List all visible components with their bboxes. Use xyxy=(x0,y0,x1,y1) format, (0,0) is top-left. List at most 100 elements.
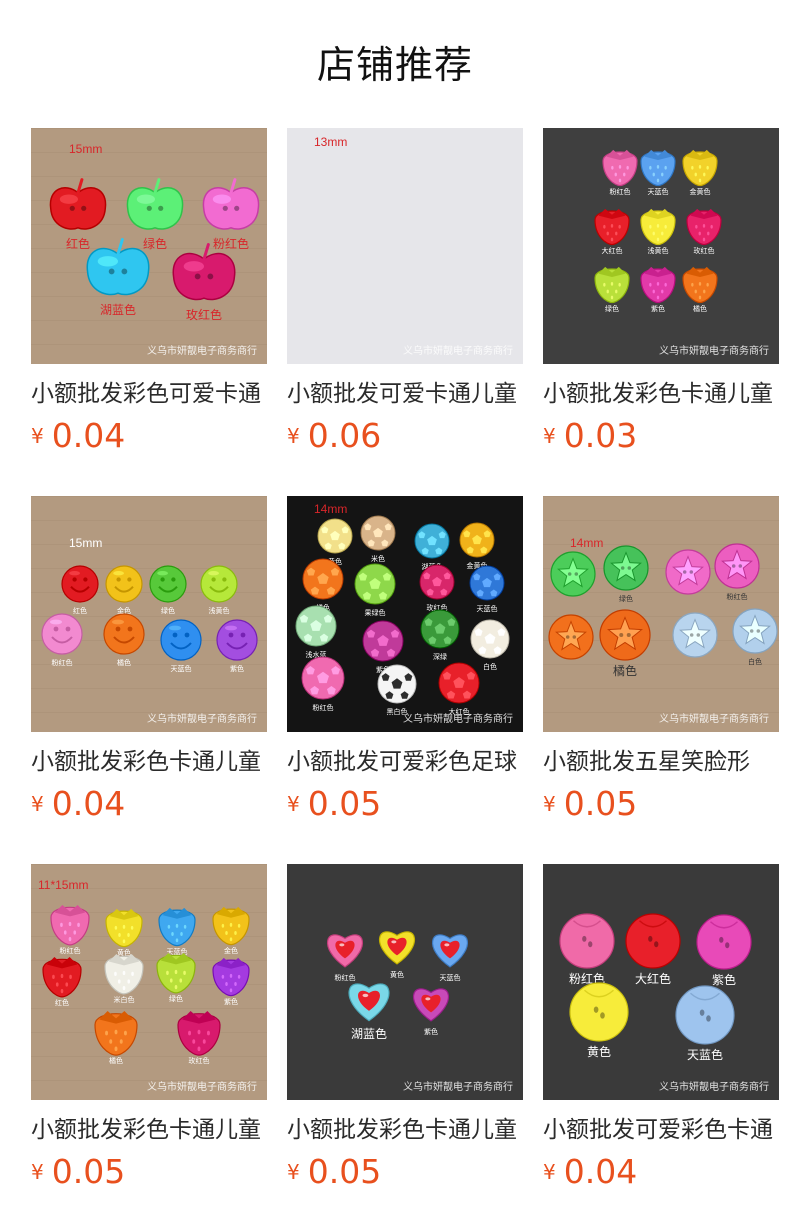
button-swatch xyxy=(625,913,681,969)
button-swatch xyxy=(419,564,455,600)
color-label: 浅黄色 xyxy=(209,606,230,615)
color-label: 天蓝色 xyxy=(687,1048,723,1062)
button-swatch xyxy=(438,662,480,704)
product-image[interactable]: 15mm 红色 金色 绿色 浅黄色 粉红色 橘色 天蓝色 紫色 义乌市妍靓电子商务商行 xyxy=(31,496,267,732)
size-label: 13mm xyxy=(314,135,347,149)
button-swatch xyxy=(420,609,460,649)
currency-symbol: ¥ xyxy=(543,792,556,816)
button-swatch xyxy=(149,565,187,603)
product-card[interactable]: 14mm黄色米色湖蓝色金黄色橘色果绿色玫红色天蓝色浅水蓝紫色深绿白色粉红色黑白色… xyxy=(287,496,523,826)
button-swatch xyxy=(216,619,258,661)
color-label: 绿色 xyxy=(619,594,633,603)
product-image[interactable]: 15mm 红色 绿色 粉红色 湖蓝色 玫红色 义乌市妍靓电子商务商行 xyxy=(31,128,267,364)
product-image[interactable]: 粉红色 大红色 紫色 黄色 天蓝色 义乌市妍靓电子商务商行 xyxy=(543,864,779,1100)
button-swatch xyxy=(550,551,596,597)
button-swatch xyxy=(569,982,629,1042)
button-swatch xyxy=(362,620,404,662)
product-price: ¥0.05 xyxy=(287,784,381,824)
watermark: 义乌市妍靓电子商务商行 xyxy=(147,1080,257,1093)
currency-symbol: ¥ xyxy=(31,1160,44,1184)
watermark: 义乌市妍靓电子商务商行 xyxy=(659,344,769,357)
color-label: 黄色 xyxy=(390,970,404,979)
product-image[interactable]: 13mm米色大红色蓝色橘色黄色白色金色绿色紫色玫红色粉红色湖蓝色义乌市妍靓电子商… xyxy=(287,128,523,364)
product-image[interactable]: 粉红色 天蓝色 金黄色 大红色 浅黄色 玫红色 绿色 紫色 橘色 义乌市妍靓电子商务商行 xyxy=(543,128,779,364)
color-label: 红色 xyxy=(66,236,90,251)
color-label: 红色 xyxy=(73,606,87,615)
size-label: 15mm xyxy=(69,536,102,550)
product-card[interactable]: 粉红色 大红色 紫色 黄色 天蓝色 义乌市妍靓电子商务商行 小额批发可爱彩色卡通 ¥0.04 xyxy=(543,864,779,1194)
product-title[interactable]: 小额批发可爱卡通儿童 xyxy=(287,377,523,411)
watermark: 义乌市妍靓电子商务商行 xyxy=(147,712,257,725)
product-grid: 15mm 红色 绿色 粉红色 湖蓝色 玫红色 义乌市妍靓电子商务商行 小额批发彩色可爱卡通 ¥0… xyxy=(0,0,790,1232)
product-image[interactable]: 11*15mm 粉红色 黄色 天蓝色 金色 红色 米白色 绿色 紫色 橘色 玫红色 义乌市妍靓电子商务… xyxy=(31,864,267,1100)
color-label: 大红色 xyxy=(635,971,671,986)
color-label: 绿色 xyxy=(161,606,175,615)
color-label: 大红色 xyxy=(602,246,623,255)
price-value: 0.05 xyxy=(307,1152,382,1191)
color-label: 紫色 xyxy=(424,1027,438,1036)
currency-symbol: ¥ xyxy=(287,424,300,448)
color-label: 粉红色 xyxy=(60,946,81,955)
product-card[interactable]: 11*15mm 粉红色 黄色 天蓝色 金色 红色 米白色 绿色 紫色 橘色 玫红色 义乌市妍靓电子商务… xyxy=(31,864,267,1194)
product-photo: 粉红色 天蓝色 金黄色大红色 浅黄色 玫红色绿色 紫色 橘色义乌市妍靓电子商务商行 xyxy=(543,128,779,364)
currency-symbol: ¥ xyxy=(31,792,44,816)
product-image[interactable]: 14mm 绿色 粉红色 橘色 白色 义乌市妍靓电子商务商行 xyxy=(543,496,779,732)
product-title[interactable]: 小额批发可爱彩色卡通 xyxy=(543,1113,779,1147)
button-swatch xyxy=(665,549,711,595)
currency-symbol: ¥ xyxy=(543,1160,556,1184)
product-card[interactable]: 14mm 绿色 粉红色 橘色 白色 义乌市妍靓电子商务商行 小额批发五星笑脸形 ¥0.05 xyxy=(543,496,779,826)
color-label: 紫色 xyxy=(224,997,238,1006)
color-label: 玫红色 xyxy=(694,246,715,255)
button-swatch xyxy=(696,914,752,970)
color-label: 粉红色 xyxy=(335,973,356,982)
watermark: 义乌市妍靓电子商务商行 xyxy=(659,1080,769,1093)
product-title[interactable]: 小额批发彩色卡通儿童 xyxy=(543,377,779,411)
color-label: 果绿色 xyxy=(365,608,386,617)
product-card[interactable]: 13mm米色大红色蓝色橘色黄色白色金色绿色紫色玫红色粉红色湖蓝色义乌市妍靓电子商… xyxy=(287,128,523,458)
price-value: 0.04 xyxy=(51,416,126,455)
button-swatch xyxy=(459,522,495,558)
product-image[interactable]: 14mm黄色米色湖蓝色金黄色橘色果绿色玫红色天蓝色浅水蓝紫色深绿白色粉红色黑白色… xyxy=(287,496,523,732)
product-card[interactable]: 粉红色 黄色 天蓝色 湖蓝色 紫色 义乌市妍靓电子商务商行 小额批发彩色卡通儿童 ¥0.05 xyxy=(287,864,523,1194)
product-card[interactable]: 15mm 红色 绿色 粉红色 湖蓝色 玫红色 义乌市妍靓电子商务商行 小额批发彩色可爱卡通 ¥0… xyxy=(31,128,267,458)
color-label: 米白色 xyxy=(114,995,135,1004)
product-card[interactable]: 粉红色 天蓝色 金黄色 大红色 浅黄色 玫红色 绿色 紫色 橘色 义乌市妍靓电子商务商行 小额批发彩… xyxy=(543,128,779,458)
color-label: 天蓝色 xyxy=(648,187,669,196)
button-swatch xyxy=(302,558,344,600)
button-swatch xyxy=(714,543,760,589)
button-swatch xyxy=(105,565,143,603)
product-title[interactable]: 小额批发五星笑脸形 xyxy=(543,745,779,779)
product-price: ¥0.05 xyxy=(543,784,637,824)
color-label: 绿色 xyxy=(143,236,167,251)
product-photo: 粉红色 黄色 天蓝色湖蓝色 紫色义乌市妍靓电子商务商行 xyxy=(287,864,523,1100)
color-label: 紫色 xyxy=(651,304,665,313)
color-label: 粉红色 xyxy=(313,703,334,712)
color-label: 浅黄色 xyxy=(648,246,669,255)
price-value: 0.05 xyxy=(563,784,638,823)
product-title[interactable]: 小额批发可爱彩色足球 xyxy=(287,745,523,779)
button-swatch xyxy=(548,614,594,660)
currency-symbol: ¥ xyxy=(287,1160,300,1184)
color-label: 橘色 xyxy=(613,663,637,678)
button-swatch xyxy=(354,563,396,605)
product-title[interactable]: 小额批发彩色可爱卡通 xyxy=(31,377,267,411)
product-title[interactable]: 小额批发彩色卡通儿童 xyxy=(31,745,267,779)
color-label: 金色 xyxy=(224,946,238,955)
product-card[interactable]: 15mm 红色 金色 绿色 浅黄色 粉红色 橘色 天蓝色 紫色 义乌市妍靓电子商务商行 小额批发彩色… xyxy=(31,496,267,826)
product-title[interactable]: 小额批发彩色卡通儿童 xyxy=(287,1113,523,1147)
color-label: 粉红色 xyxy=(52,658,73,667)
watermark: 义乌市妍靓电子商务商行 xyxy=(659,712,769,725)
button-swatch xyxy=(603,545,649,591)
product-image[interactable]: 粉红色 黄色 天蓝色 湖蓝色 紫色 义乌市妍靓电子商务商行 xyxy=(287,864,523,1100)
button-swatch xyxy=(200,565,238,603)
button-swatch xyxy=(675,985,735,1045)
color-label: 白色 xyxy=(748,657,762,666)
button-swatch xyxy=(559,913,615,969)
product-price: ¥0.05 xyxy=(287,1152,381,1192)
color-label: 黄色 xyxy=(587,1045,611,1059)
color-label: 粉红色 xyxy=(213,236,249,251)
product-price: ¥0.04 xyxy=(31,784,125,824)
color-label: 黄色 xyxy=(117,948,131,957)
color-label: 绿色 xyxy=(605,304,619,313)
product-title[interactable]: 小额批发彩色卡通儿童 xyxy=(31,1113,267,1147)
